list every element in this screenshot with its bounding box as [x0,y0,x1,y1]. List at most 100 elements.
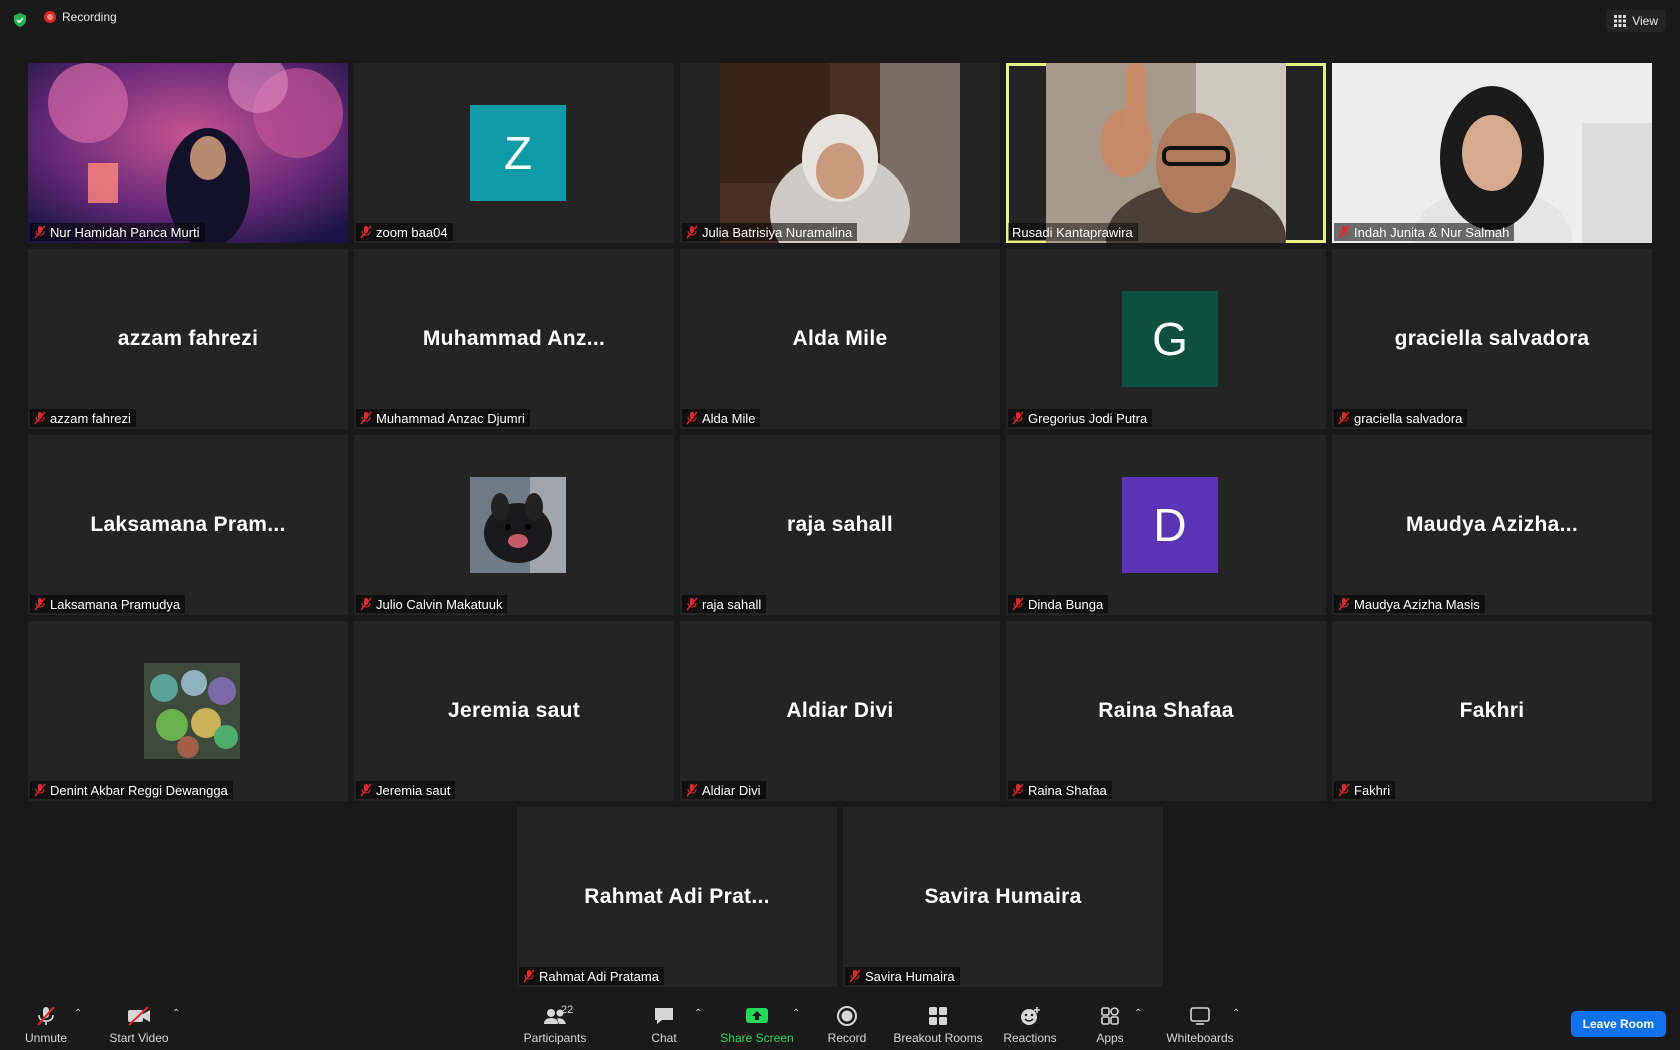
participant-name-label: Julia Batrisiya Nuramalina [682,223,858,241]
unmute-label: Unmute [24,1031,68,1045]
mic-muted-icon [686,225,698,239]
participant-tile-active-speaker[interactable]: Rusadi Kantaprawira [1006,63,1326,243]
whiteboards-options-caret-icon[interactable]: ⌃ [1232,1008,1240,1019]
participant-tile[interactable]: raja sahall raja sahall [680,435,1000,615]
participant-tile[interactable]: Muhammad Anz... Muhammad Anzac Djumri [354,249,674,429]
participant-tile[interactable]: Z zoom baa04 [354,63,674,243]
leave-room-button[interactable]: Leave Room [1570,1011,1666,1037]
audio-options-caret-icon[interactable]: ⌃ [74,1008,82,1019]
video-off-icon [128,1006,150,1026]
mic-muted-icon [34,597,46,611]
participants-label: Participants [523,1031,587,1045]
participant-profile-photo [470,477,566,573]
participant-tile[interactable]: G Gregorius Jodi Putra [1006,249,1326,429]
chat-options-caret-icon[interactable]: ⌃ [694,1008,702,1019]
participant-name-label: Indah Junita & Nur Salmah [1334,223,1515,241]
participant-tile[interactable]: Raina Shafaa Raina Shafaa [1006,621,1326,801]
participants-button[interactable]: Participants 22 [520,1000,590,1050]
participant-display-name: Laksamana Pram... [90,513,286,536]
participant-tile[interactable]: Rahmat Adi Prat... Rahmat Adi Pratama [517,807,837,987]
share-screen-icon [746,1008,768,1023]
start-video-label: Start Video [109,1031,169,1045]
share-screen-button[interactable]: Share Screen [720,1000,794,1050]
participant-display-name: raja sahall [786,513,894,536]
participant-profile-photo [144,663,240,759]
participant-tile[interactable]: Julio Calvin Makatuuk [354,435,674,615]
participant-display-name: Savira Humaira [924,885,1082,908]
mic-muted-icon [34,783,46,797]
mic-muted-icon [360,783,372,797]
mic-muted-icon [360,225,372,239]
mic-muted-icon [686,783,698,797]
participant-tile[interactable]: Nur Hamidah Panca Murti [28,63,348,243]
participant-avatar: G [1122,291,1218,387]
mic-muted-icon [34,411,46,425]
participant-tile[interactable]: Denint Akbar Reggi Dewangga [28,621,348,801]
participant-name-label: Aldiar Divi [682,781,766,799]
participant-tile[interactable]: Fakhri Fakhri [1332,621,1652,801]
participant-name-label: Maudya Azizha Masis [1334,595,1485,613]
record-label: Record [827,1031,867,1045]
mic-muted-icon [37,1006,55,1026]
video-options-caret-icon[interactable]: ⌃ [172,1008,180,1019]
participant-tile[interactable]: Laksamana Pram... Laksamana Pramudya [28,435,348,615]
participant-name-label: Muhammad Anzac Djumri [356,409,530,427]
participant-display-name: azzam fahrezi [117,327,259,350]
participant-display-name: Rahmat Adi Prat... [584,885,770,908]
reactions-button[interactable]: Reactions [1000,1000,1060,1050]
participant-name-label: zoom baa04 [356,223,453,241]
meeting-toolbar: Unmute ⌃ Start Video ⌃ Participants 22 C… [0,1000,1680,1050]
mic-muted-icon [360,597,372,611]
record-icon [837,1006,857,1026]
whiteboards-button[interactable]: Whiteboards [1162,1000,1238,1050]
mic-muted-icon [686,597,698,611]
participant-tile[interactable]: azzam fahrezi azzam fahrezi [28,249,348,429]
participant-tile[interactable]: Savira Humaira Savira Humaira [843,807,1163,987]
participant-video [28,63,348,243]
participant-display-name: Aldiar Divi [786,699,894,722]
mic-muted-icon [1338,783,1350,797]
share-options-caret-icon[interactable]: ⌃ [792,1008,800,1019]
participant-tile[interactable]: Alda Mile Alda Mile [680,249,1000,429]
chat-label: Chat [651,1031,677,1045]
participant-name-label: raja sahall [682,595,767,613]
participant-video [1046,63,1286,243]
participant-name-label: Gregorius Jodi Putra [1008,409,1153,427]
participant-tile[interactable]: Julia Batrisiya Nuramalina [680,63,1000,243]
mic-muted-icon [849,969,861,983]
participant-name-label: Savira Humaira [845,967,960,985]
mic-muted-icon [1012,411,1024,425]
participant-display-name: Maudya Azizha... [1405,513,1579,536]
apps-button[interactable]: Apps [1090,1000,1130,1050]
participant-name-label: Jeremia saut [356,781,456,799]
participant-name-label: graciella salvadora [1334,409,1468,427]
mic-muted-icon [1338,597,1350,611]
participant-name-label: azzam fahrezi [30,409,136,427]
participant-tile[interactable]: Aldiar Divi Aldiar Divi [680,621,1000,801]
mic-muted-icon [360,411,372,425]
mic-muted-icon [1012,783,1024,797]
mic-muted-icon [1338,225,1350,239]
chat-icon [655,1008,673,1024]
apps-options-caret-icon[interactable]: ⌃ [1134,1008,1142,1019]
participant-name-label: Nur Hamidah Panca Murti [30,223,205,241]
start-video-button[interactable]: Start Video [104,1000,174,1050]
record-button[interactable]: Record [822,1000,872,1050]
participant-name-label: Raina Shafaa [1008,781,1112,799]
participant-display-name: graciella salvadora [1394,327,1590,350]
breakout-rooms-button[interactable]: Breakout Rooms [892,1000,984,1050]
chat-button[interactable]: Chat [640,1000,688,1050]
participant-tile[interactable]: Maudya Azizha... Maudya Azizha Masis [1332,435,1652,615]
participant-tile[interactable]: graciella salvadora graciella salvadora [1332,249,1652,429]
participant-video [720,63,960,243]
participant-display-name: Raina Shafaa [1098,699,1234,722]
mic-muted-icon [686,411,698,425]
participant-tile[interactable]: Indah Junita & Nur Salmah [1332,63,1652,243]
unmute-button[interactable]: Unmute [18,1000,74,1050]
participant-name-label: Fakhri [1334,781,1396,799]
participant-tile[interactable]: Jeremia saut Jeremia saut [354,621,674,801]
participant-video [1332,63,1652,243]
participant-tile[interactable]: D Dinda Bunga [1006,435,1326,615]
breakout-rooms-icon [929,1007,947,1025]
participant-name-label: Denint Akbar Reggi Dewangga [30,781,233,799]
